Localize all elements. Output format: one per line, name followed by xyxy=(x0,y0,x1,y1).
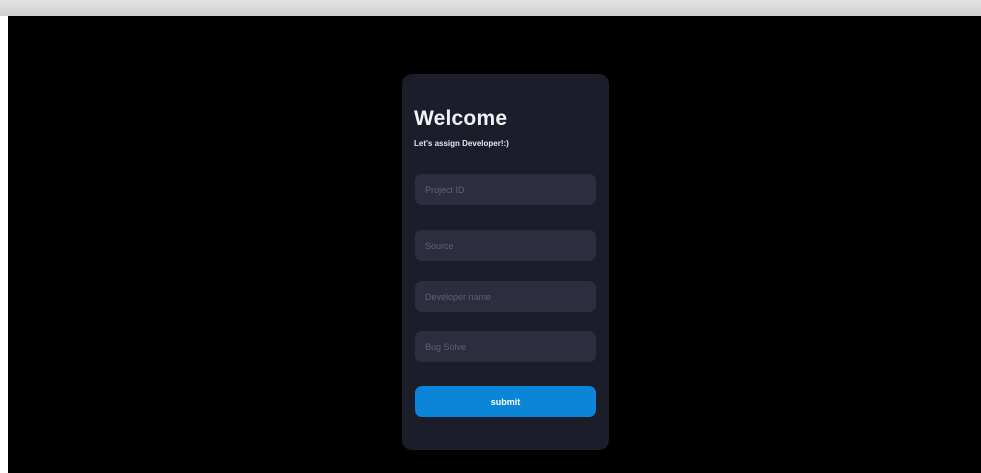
bug-solve-input[interactable] xyxy=(415,331,596,362)
form-title: Welcome xyxy=(414,107,508,130)
assign-developer-form: Welcome Let's assign Developer!:) submit xyxy=(402,74,609,450)
source-input[interactable] xyxy=(415,230,596,261)
form-subtitle: Let's assign Developer!:) xyxy=(414,139,509,148)
submit-button[interactable]: submit xyxy=(415,386,596,417)
page-background: Welcome Let's assign Developer!:) submit xyxy=(8,16,981,473)
browser-top-strip xyxy=(0,0,981,16)
developer-name-input[interactable] xyxy=(415,281,596,312)
project-id-input[interactable] xyxy=(415,174,596,205)
